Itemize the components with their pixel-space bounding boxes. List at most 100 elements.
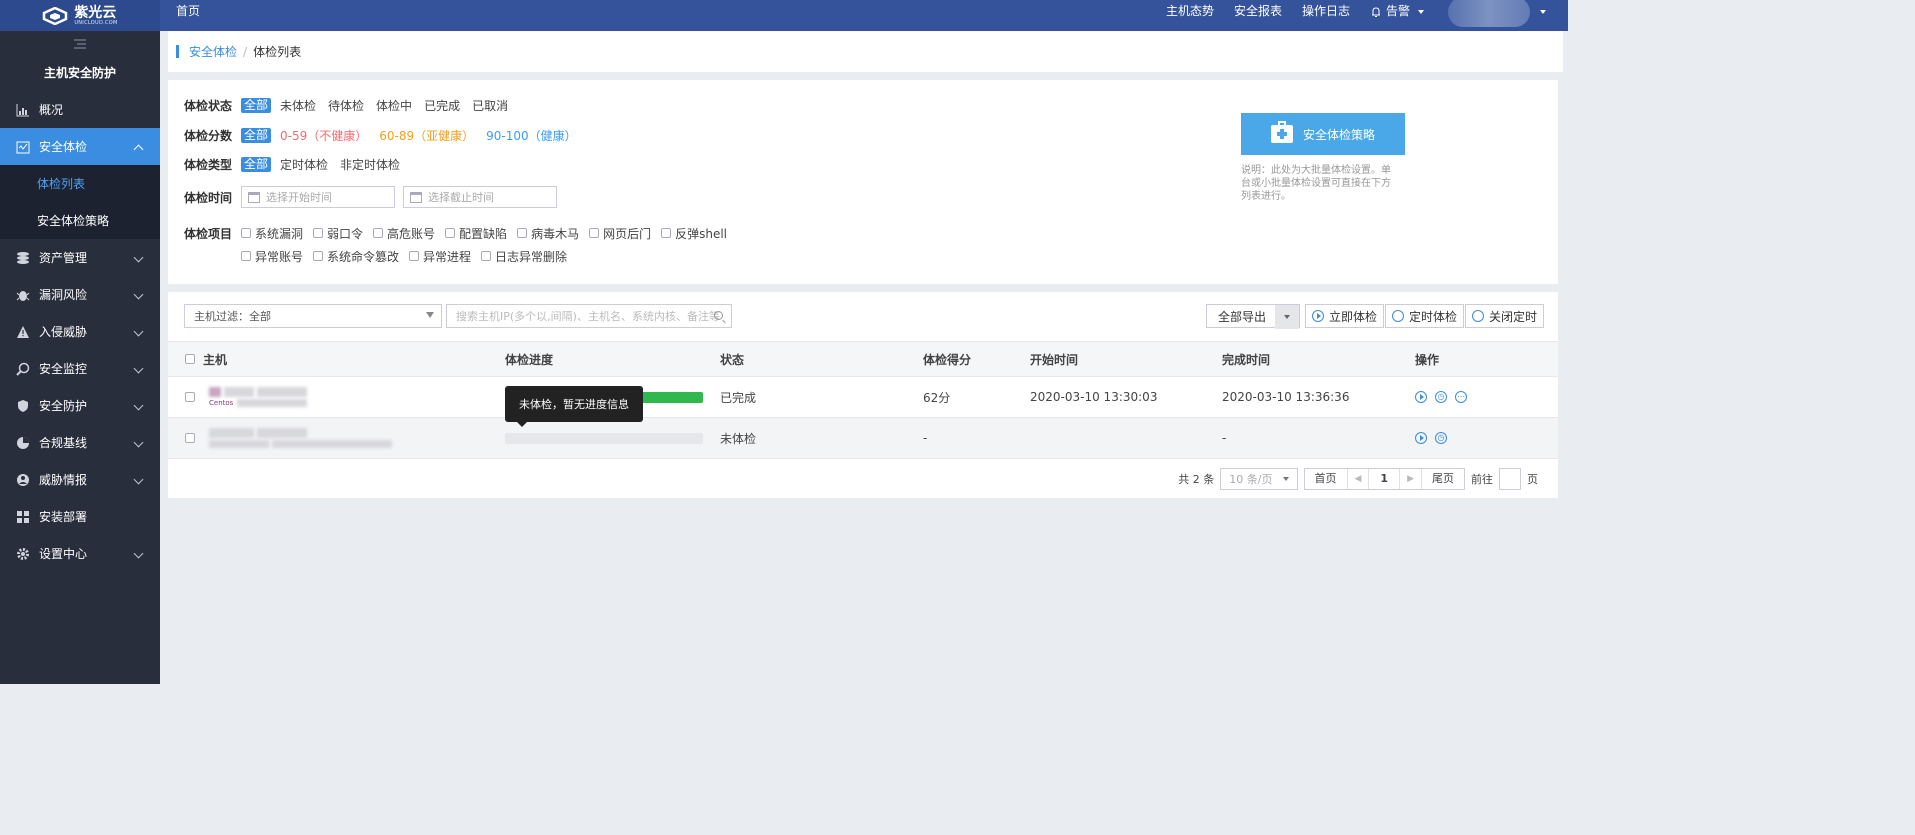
- host-cell[interactable]: Centos: [185, 387, 505, 407]
- check-item[interactable]: 网页后门: [589, 225, 651, 242]
- policy-button-label: 安全体检策略: [1302, 127, 1375, 142]
- sidebar-item-label: 合规基线: [39, 436, 88, 450]
- sidebar-item-install-deploy[interactable]: 安装部署: [0, 498, 160, 535]
- current-page[interactable]: 1: [1369, 469, 1401, 489]
- breadcrumb-parent[interactable]: 安全体检: [189, 43, 237, 60]
- checkbox[interactable]: [313, 228, 324, 238]
- sidebar-subitem-checkup-policy[interactable]: 安全体检策略: [0, 202, 160, 239]
- check-item[interactable]: 弱口令: [313, 225, 363, 242]
- alert-label: 告警: [1385, 4, 1410, 18]
- check-item[interactable]: 异常账号: [241, 248, 303, 265]
- last-page-button[interactable]: 尾页: [1422, 469, 1464, 489]
- filter-status-option[interactable]: 未体检: [280, 97, 316, 114]
- filter-status-option[interactable]: 已完成: [424, 97, 460, 114]
- filter-status-option[interactable]: 体检中: [376, 97, 412, 114]
- next-page-icon[interactable]: ▶: [1400, 469, 1422, 489]
- checkbox[interactable]: [589, 228, 600, 238]
- user-avatar[interactable]: [1448, 0, 1530, 27]
- breadcrumb-marker: [176, 45, 179, 58]
- filter-score-subhealthy[interactable]: 60-89（亚健康）: [379, 127, 474, 144]
- filter-score-unhealthy[interactable]: 0-59（不健康）: [280, 127, 367, 144]
- sidebar-item-label: 安全监控: [39, 362, 88, 376]
- clock-icon[interactable]: ◷: [1435, 432, 1447, 444]
- page-size-select[interactable]: 10 条/页: [1220, 468, 1298, 490]
- clock-icon[interactable]: ◷: [1435, 391, 1447, 403]
- alert-menu[interactable]: 告警: [1370, 0, 1424, 23]
- checkbox[interactable]: [313, 251, 324, 261]
- checkbox[interactable]: [517, 228, 528, 238]
- score-cell: 62分: [923, 390, 951, 405]
- filter-type-option[interactable]: 定时体检: [280, 156, 328, 173]
- sidebar-item-security-checkup[interactable]: 安全体检: [0, 128, 160, 165]
- sidebar-subitem-checkup-list[interactable]: 体检列表: [0, 165, 160, 202]
- filter-type-option[interactable]: 非定时体检: [340, 156, 400, 173]
- play-icon[interactable]: [1415, 391, 1427, 403]
- sidebar-item-asset-management[interactable]: 资产管理: [0, 239, 160, 276]
- table-row: 未体检 - - ◷: [168, 417, 1558, 459]
- start-date-input[interactable]: 选择开始时间: [241, 186, 395, 208]
- filter-status-all[interactable]: 全部: [241, 97, 272, 113]
- sidebar-item-threat-intel[interactable]: 威胁情报: [0, 461, 160, 498]
- sidebar-item-security-protection[interactable]: 安全防护: [0, 387, 160, 424]
- filter-status-option[interactable]: 已取消: [472, 97, 508, 114]
- filter-score-all[interactable]: 全部: [241, 127, 272, 143]
- close-schedule-button[interactable]: 关闭定时: [1465, 304, 1545, 328]
- end-date-input[interactable]: 选择截止时间: [403, 186, 557, 208]
- sidebar-item-security-monitor[interactable]: 安全监控: [0, 350, 160, 387]
- sidebar-item-compliance-baseline[interactable]: 合规基线: [0, 424, 160, 461]
- chevron-down-icon: [133, 252, 144, 263]
- logo[interactable]: 紫光云 UNICLOUD.COM: [0, 0, 160, 31]
- nav-host-situation[interactable]: 主机态势: [1166, 0, 1214, 23]
- checkbox[interactable]: [241, 228, 251, 238]
- sidebar-item-intrusion-threat[interactable]: 入侵威胁: [0, 313, 160, 350]
- close-schedule-label: 关闭定时: [1489, 309, 1538, 324]
- more-icon[interactable]: ⋯: [1455, 391, 1467, 403]
- nav-security-report[interactable]: 安全报表: [1234, 0, 1282, 23]
- export-all-button[interactable]: 全部导出: [1206, 304, 1300, 329]
- end-time-cell: 2020-03-10 13:36:36: [1222, 390, 1350, 404]
- check-item[interactable]: 配置缺陷: [445, 225, 507, 242]
- checkbox[interactable]: [661, 228, 672, 238]
- host-cell[interactable]: [185, 428, 505, 448]
- check-item[interactable]: 系统漏洞: [241, 225, 303, 242]
- filter-status-option[interactable]: 待体检: [328, 97, 364, 114]
- check-item[interactable]: 日志异常删除: [481, 248, 567, 265]
- check-item[interactable]: 异常进程: [409, 248, 471, 265]
- security-checkup-policy-button[interactable]: 安全体检策略: [1241, 113, 1405, 155]
- filter-time-row: 体检时间 选择开始时间 选择截止时间: [184, 186, 565, 208]
- search-input[interactable]: 搜索主机IP(多个以,间隔)、主机名、系统内核、备注等: [446, 304, 732, 328]
- goto-page-input[interactable]: [1499, 468, 1521, 490]
- nav-home[interactable]: 首页: [176, 0, 200, 23]
- filter-score-healthy[interactable]: 90-100（健康）: [486, 127, 577, 144]
- row-checkbox[interactable]: [185, 433, 195, 443]
- row-checkbox[interactable]: [185, 392, 195, 402]
- chevron-down-icon: [133, 400, 144, 411]
- prev-page-icon[interactable]: ◀: [1348, 469, 1370, 489]
- sidebar-item-overview[interactable]: 概况: [0, 91, 160, 128]
- user-menu-chevron-icon[interactable]: [1540, 9, 1546, 14]
- nav-operation-log[interactable]: 操作日志: [1302, 0, 1350, 23]
- select-all-checkbox[interactable]: [185, 354, 195, 364]
- first-page-button[interactable]: 首页: [1305, 469, 1348, 489]
- play-icon[interactable]: [1415, 432, 1427, 444]
- check-item[interactable]: 高危账号: [373, 225, 435, 242]
- check-item[interactable]: 反弹shell: [661, 225, 727, 242]
- run-checkup-now-button[interactable]: 立即体检: [1305, 304, 1385, 328]
- filter-type-all[interactable]: 全部: [241, 156, 272, 172]
- collapse-menu-icon[interactable]: [0, 31, 160, 56]
- scheduled-checkup-button[interactable]: 定时体检: [1385, 304, 1465, 328]
- filter-label: 体检类型: [184, 157, 233, 172]
- checkbox[interactable]: [241, 251, 251, 261]
- check-item[interactable]: 病毒木马: [517, 225, 579, 242]
- bell-icon: [1371, 6, 1380, 17]
- sidebar-item-vulnerability-risk[interactable]: 漏洞风险: [0, 276, 160, 313]
- sidebar-item-settings[interactable]: 设置中心: [0, 535, 160, 572]
- filter-items-row-2: 异常账号 系统命令篡改 异常进程 日志异常删除: [241, 246, 577, 266]
- export-dropdown-icon[interactable]: [1275, 305, 1299, 329]
- checkbox[interactable]: [409, 251, 420, 261]
- checkbox[interactable]: [445, 228, 456, 238]
- check-item[interactable]: 系统命令篡改: [313, 248, 399, 265]
- host-filter-select[interactable]: 主机过滤：全部: [184, 304, 442, 328]
- checkbox[interactable]: [373, 228, 384, 238]
- checkbox[interactable]: [481, 251, 492, 261]
